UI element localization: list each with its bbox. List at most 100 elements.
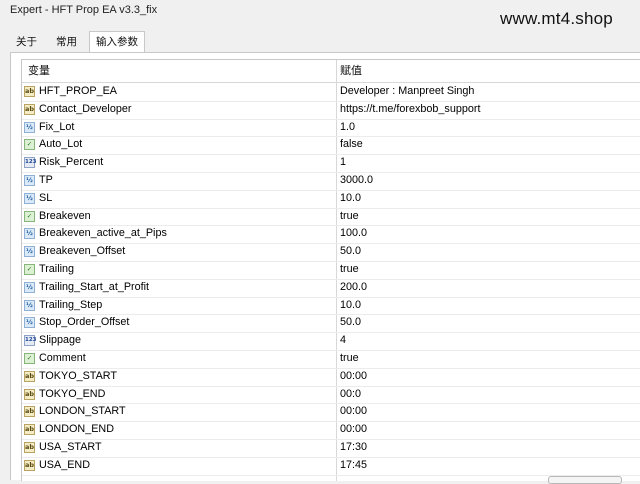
table-row[interactable]: ½ TP 3000.0: [22, 172, 640, 191]
watermark-text: www.mt4.shop: [500, 9, 613, 28]
param-value[interactable]: 17:30: [340, 439, 367, 457]
window-titlebar: Expert - HFT Prop EA v3.3_fix www.mt4.sh…: [0, 0, 640, 28]
table-row[interactable]: ½ Breakeven_Offset 50.0: [22, 243, 640, 262]
param-type-half-icon: ½: [24, 121, 35, 133]
table-header: 变量 赋值: [22, 60, 640, 83]
param-type-ab-icon: ab: [24, 388, 35, 400]
window-title: Expert - HFT Prop EA v3.3_fix: [10, 4, 158, 16]
param-type-half-icon: ½: [24, 228, 35, 240]
column-header-value[interactable]: 赋值: [340, 60, 362, 82]
param-name: Breakeven_Offset: [39, 245, 126, 258]
param-type-half-icon: ½: [24, 246, 35, 258]
table-row[interactable]: ab TOKYO_END 00:0: [22, 386, 640, 405]
bottom-button-edge: [548, 476, 622, 484]
param-type-ab-icon: ab: [24, 86, 35, 97]
param-name: SL: [39, 191, 53, 204]
table-row[interactable]: ✓ Auto_Lot false: [22, 136, 640, 156]
param-type-bool-icon: ✓: [24, 139, 35, 151]
table-row[interactable]: ½ SL 10.0: [22, 190, 640, 209]
param-name: Stop_Order_Offset: [39, 316, 130, 329]
table-row[interactable]: ½ Stop_Order_Offset 50.0: [22, 314, 640, 334]
param-name: Comment: [39, 352, 86, 364]
param-name: Breakeven: [39, 209, 91, 222]
param-value[interactable]: 1: [340, 154, 346, 172]
tab-about[interactable]: 关于: [10, 33, 43, 51]
param-name: Slippage: [39, 334, 82, 347]
param-name: TOKYO_END: [39, 387, 106, 400]
param-type-ab-icon: ab: [24, 103, 35, 115]
param-value[interactable]: 00:00: [340, 421, 367, 439]
param-name: Contact_Developer: [39, 102, 132, 115]
table-row[interactable]: ab USA_START 17:30: [22, 439, 640, 458]
param-value[interactable]: 3000.0: [340, 172, 373, 190]
param-type-n123-icon: 123: [24, 157, 36, 169]
param-value[interactable]: 4: [340, 332, 346, 350]
param-value[interactable]: 00:00: [340, 368, 367, 386]
param-name: TOKYO_START: [39, 369, 117, 382]
param-value[interactable]: 50.0: [340, 314, 361, 332]
tab-inputs[interactable]: 输入参数: [89, 31, 145, 53]
param-name: TP: [39, 174, 53, 186]
param-type-half-icon: ½: [24, 192, 35, 204]
param-value[interactable]: false: [340, 136, 363, 154]
table-row[interactable]: ½ Fix_Lot 1.0: [22, 119, 640, 138]
parameters-table: 变量 赋值 ab HFT_PROP_EA Developer : Manpreet …: [21, 59, 640, 481]
param-value[interactable]: 1.0: [340, 119, 355, 137]
param-type-ab-icon: ab: [24, 459, 35, 471]
table-row[interactable]: ½ Trailing_Start_at_Profit 200.0: [22, 279, 640, 298]
param-name: Auto_Lot: [39, 138, 83, 151]
tab-bar: 关于 常用 输入参数: [10, 31, 630, 53]
param-value[interactable]: true: [340, 350, 359, 368]
table-row[interactable]: ab TOKYO_START 00:00: [22, 368, 640, 387]
param-type-half-icon: ½: [24, 175, 35, 186]
param-value[interactable]: Developer : Manpreet Singh: [340, 83, 474, 101]
param-value[interactable]: true: [340, 208, 359, 226]
param-value[interactable]: 00:00: [340, 403, 367, 421]
param-type-half-icon: ½: [24, 299, 35, 311]
param-type-ab-icon: ab: [24, 406, 35, 418]
param-value[interactable]: 00:0: [340, 386, 361, 404]
param-name: USA_START: [39, 441, 102, 453]
param-name: LONDON_START: [39, 405, 126, 418]
param-type-bool-icon: ✓: [24, 210, 35, 222]
param-type-half-icon: ½: [24, 317, 35, 329]
param-value[interactable]: 17:45: [340, 457, 367, 475]
param-name: USA_END: [39, 458, 91, 471]
param-name: Breakeven_active_at_Pips: [39, 227, 167, 240]
param-name: Risk_Percent: [39, 156, 104, 169]
param-value[interactable]: https://t.me/forexbob_support: [340, 101, 480, 119]
inputs-panel: 变量 赋值 ab HFT_PROP_EA Developer : Manpreet …: [10, 53, 640, 481]
table-row[interactable]: ab HFT_PROP_EA Developer : Manpreet Singh: [22, 83, 640, 102]
param-type-half-icon: ½: [24, 281, 35, 293]
column-header-variable[interactable]: 变量: [28, 60, 50, 82]
table-row[interactable]: 123 Risk_Percent 1: [22, 154, 640, 173]
tab-common[interactable]: 常用: [50, 33, 83, 51]
table-row[interactable]: ab Contact_Developer https://t.me/forexbob…: [22, 101, 640, 120]
param-value[interactable]: true: [340, 261, 359, 279]
param-name: Fix_Lot: [39, 120, 75, 133]
table-row[interactable]: ½ Trailing_Step 10.0: [22, 297, 640, 316]
param-name: HFT_PROP_EA: [39, 85, 117, 97]
param-type-ab-icon: ab: [24, 424, 35, 436]
table-row[interactable]: ab LONDON_END 00:00: [22, 421, 640, 440]
table-row[interactable]: ✓ Trailing true: [22, 261, 640, 280]
param-value[interactable]: 10.0: [340, 190, 361, 208]
param-value[interactable]: 50.0: [340, 243, 361, 261]
param-name: Trailing: [39, 263, 75, 275]
param-type-bool-icon: ✓: [24, 353, 35, 364]
table-row[interactable]: ab USA_END 17:45: [22, 457, 640, 476]
table-row[interactable]: 123 Slippage 4: [22, 332, 640, 351]
param-name: LONDON_END: [39, 423, 114, 436]
param-value[interactable]: 10.0: [340, 297, 361, 315]
param-value[interactable]: 100.0: [340, 225, 367, 243]
param-name: Trailing_Step: [39, 298, 103, 311]
table-row[interactable]: ✓ Comment true: [22, 350, 640, 369]
param-type-n123-icon: 123: [24, 335, 36, 347]
param-type-bool-icon: ✓: [24, 264, 35, 275]
param-type-ab-icon: ab: [24, 370, 35, 382]
param-value[interactable]: 200.0: [340, 279, 367, 297]
table-row[interactable]: ab LONDON_START 00:00: [22, 403, 640, 423]
table-row[interactable]: ✓ Breakeven true: [22, 208, 640, 227]
table-row[interactable]: ½ Breakeven_active_at_Pips 100.0: [22, 225, 640, 245]
param-type-ab-icon: ab: [24, 442, 35, 453]
